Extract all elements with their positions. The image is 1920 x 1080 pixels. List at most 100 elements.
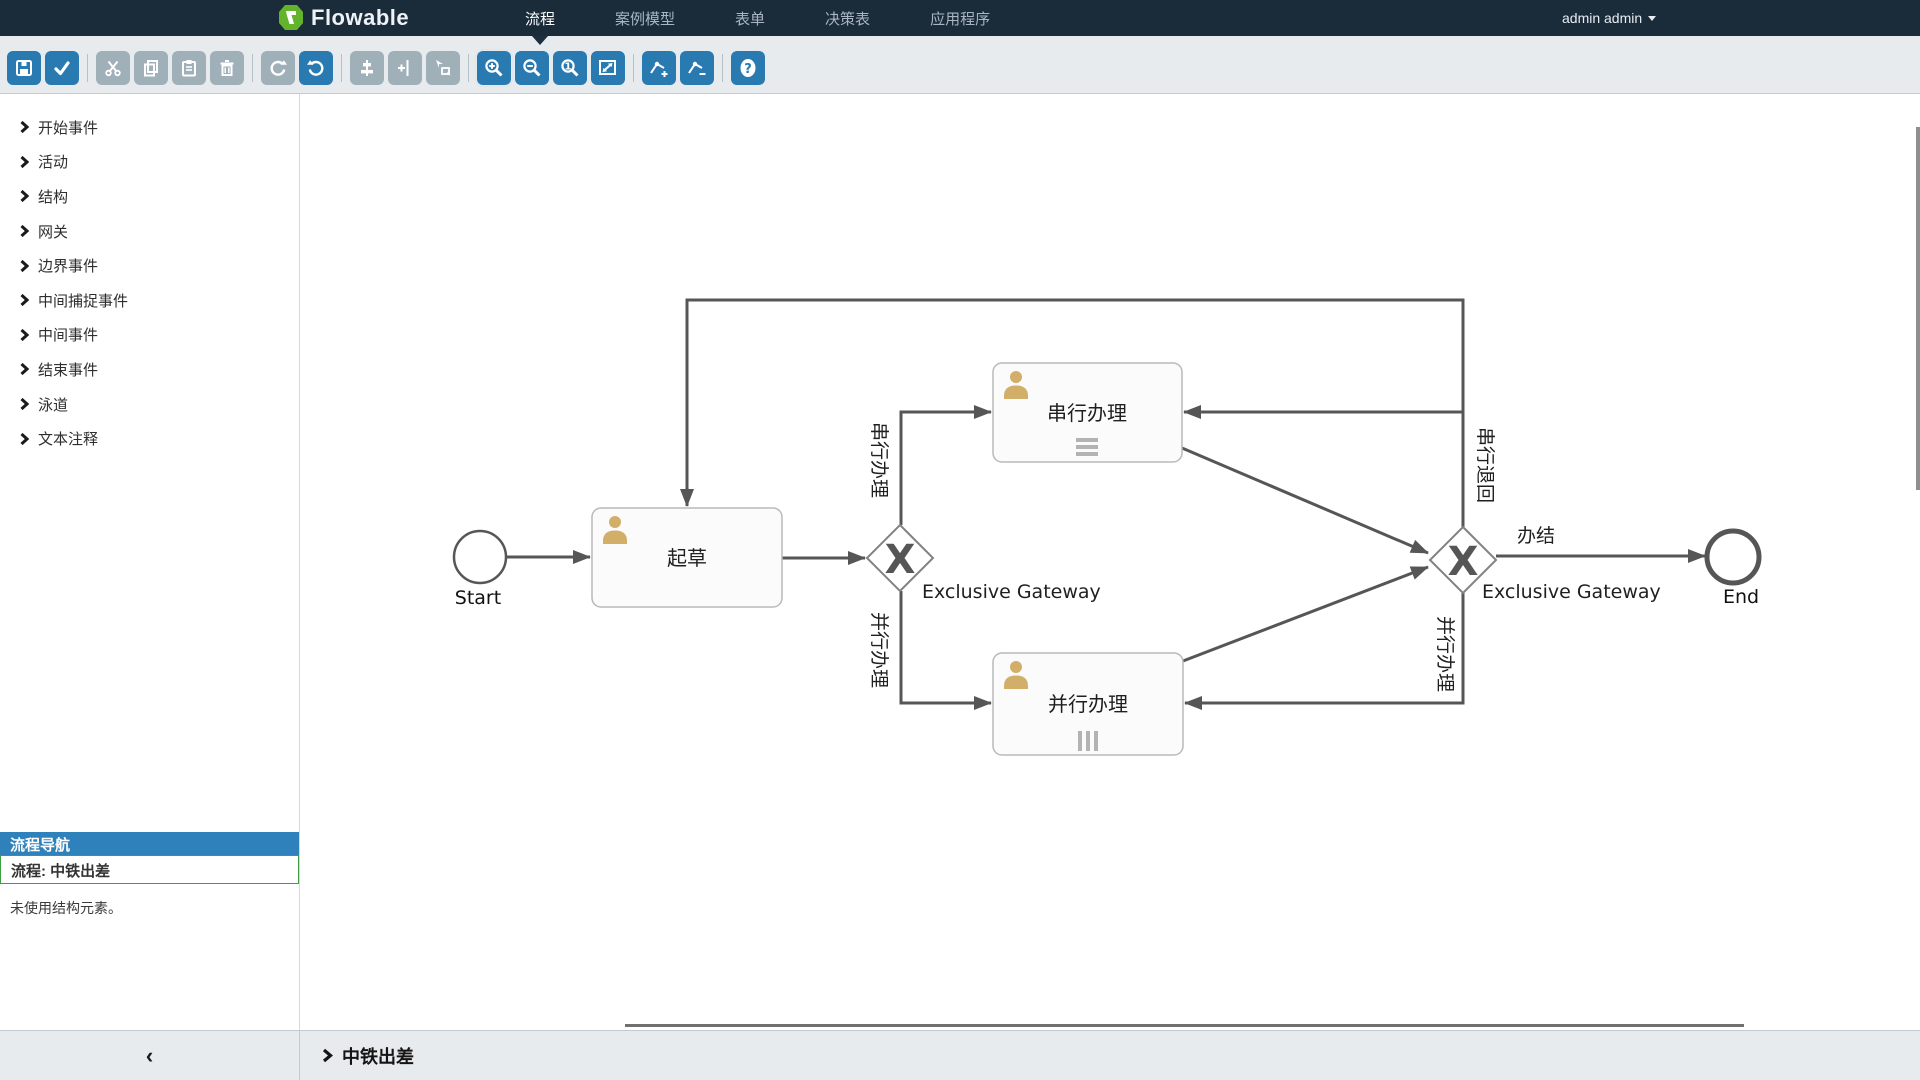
user-task-draft[interactable]: 起草 [592, 508, 782, 607]
editor-toolbar: 1 [0, 36, 1920, 94]
save-button[interactable] [7, 51, 41, 85]
help-button[interactable]: ? [731, 51, 765, 85]
redo-button[interactable] [261, 51, 295, 85]
palette-group[interactable]: 文本注释 [0, 421, 299, 456]
chevron-right-icon [20, 156, 29, 168]
palette-group[interactable]: 结束事件 [0, 352, 299, 387]
add-bendpoint-button[interactable] [642, 51, 676, 85]
undo-icon [306, 58, 326, 78]
user-menu[interactable]: admin admin [1562, 0, 1656, 36]
flow-parallel-return[interactable] [1185, 593, 1463, 703]
flow-parallel-to-gateway2[interactable] [1183, 567, 1428, 661]
start-event[interactable] [454, 531, 506, 583]
toolbar-separator [468, 54, 469, 82]
sequential-multi-instance-icon [1076, 438, 1098, 456]
gateway2-label: Exclusive Gateway [1482, 581, 1661, 603]
align-horizontal-icon [395, 58, 415, 78]
nav-tab[interactable]: 流程 [495, 0, 585, 36]
palette-group[interactable]: 结构 [0, 179, 299, 214]
zoom-actual-size-button[interactable]: 1 [553, 51, 587, 85]
main-tabs: 流程 案例模型 表单 决策表 应用程序 [495, 0, 1020, 36]
collapse-sidebar-button[interactable]: ‹ [146, 1043, 153, 1069]
gateway-x-symbol: X [1448, 539, 1479, 585]
flowable-modeler: Flowable 流程 案例模型 表单 决策表 [0, 0, 1920, 1080]
toolbar-separator [252, 54, 253, 82]
bottom-bar: ‹ 中铁出差 [0, 1030, 1920, 1080]
end-event-label: End [1723, 586, 1759, 608]
nav-tab[interactable]: 表单 [705, 0, 795, 36]
delete-button[interactable] [210, 51, 244, 85]
help-icon: ? [737, 57, 759, 79]
toolbar-separator [722, 54, 723, 82]
vertical-scrollbar[interactable] [1916, 127, 1920, 490]
user-name: admin admin [1562, 10, 1642, 26]
navigator-header: 流程导航 [0, 832, 299, 855]
flow-label-to-serial: 串行办理 [868, 422, 890, 498]
align-horizontal-button[interactable] [388, 51, 422, 85]
palette-group[interactable]: 网关 [0, 214, 299, 249]
task-serial-label: 串行办理 [1047, 401, 1127, 425]
add-bendpoint-icon [649, 58, 669, 78]
navigator-current-process[interactable]: 流程: 中铁出差 [0, 855, 299, 884]
model-name: 中铁出差 [342, 1043, 414, 1069]
same-size-icon [433, 58, 453, 78]
start-event-label: Start [455, 587, 501, 609]
chevron-right-icon [20, 433, 29, 445]
model-breadcrumb[interactable]: 中铁出差 [300, 1031, 1920, 1080]
brand-name: Flowable [311, 5, 409, 31]
palette-group[interactable]: 泳道 [0, 387, 299, 422]
process-navigator: 流程导航 流程: 中铁出差 未使用结构元素。 [0, 832, 299, 932]
bpmn-canvas[interactable]: Start 起草 X Exclusive Gateway [300, 94, 1920, 1030]
chevron-right-icon [20, 225, 29, 237]
flow-label-parallel-return: 并行办理 [1434, 616, 1456, 692]
check-icon [52, 58, 72, 78]
chevron-right-icon [20, 294, 29, 306]
nav-tab[interactable]: 应用程序 [900, 0, 1020, 36]
user-task-serial[interactable]: 串行办理 [993, 363, 1182, 462]
user-task-parallel[interactable]: 并行办理 [993, 653, 1183, 755]
palette-group[interactable]: 边界事件 [0, 248, 299, 283]
flow-serial-to-gateway2[interactable] [1182, 448, 1428, 553]
end-event[interactable] [1707, 531, 1759, 583]
zoom-fit-button[interactable] [591, 51, 625, 85]
scissors-icon [103, 58, 123, 78]
flow-gateway1-to-parallel[interactable] [901, 591, 991, 703]
zoom-out-button[interactable] [515, 51, 549, 85]
navigator-note: 未使用结构元素。 [0, 884, 299, 932]
parallel-multi-instance-icon [1078, 731, 1098, 751]
align-vertical-button[interactable] [350, 51, 384, 85]
copy-button[interactable] [134, 51, 168, 85]
horizontal-scrollbar[interactable] [625, 1024, 1744, 1027]
palette-group[interactable]: 活动 [0, 145, 299, 180]
top-navbar: Flowable 流程 案例模型 表单 决策表 [0, 0, 1920, 36]
cut-button[interactable] [96, 51, 130, 85]
svg-text:1: 1 [565, 61, 572, 72]
toolbar-separator [633, 54, 634, 82]
flow-gateway1-to-serial[interactable] [901, 412, 991, 525]
chevron-right-icon [20, 260, 29, 272]
save-icon [14, 58, 34, 78]
palette-group[interactable]: 开始事件 [0, 110, 299, 145]
toolbar-separator [87, 54, 88, 82]
zoom-in-button[interactable] [477, 51, 511, 85]
chevron-right-icon [20, 190, 29, 202]
paste-button[interactable] [172, 51, 206, 85]
flow-label-to-parallel: 并行办理 [868, 612, 890, 688]
task-parallel-label: 并行办理 [1048, 692, 1128, 716]
gateway-x-symbol: X [885, 537, 916, 583]
sidebar-footer: ‹ [0, 1031, 300, 1080]
nav-tab[interactable]: 案例模型 [585, 0, 705, 36]
chevron-right-icon [20, 398, 29, 410]
palette-group[interactable]: 中间事件 [0, 318, 299, 353]
chevron-right-icon [20, 329, 29, 341]
validate-button[interactable] [45, 51, 79, 85]
redo-icon [268, 58, 288, 78]
undo-button[interactable] [299, 51, 333, 85]
flow-label-serial-return: 串行退回 [1474, 427, 1496, 503]
remove-bendpoint-button[interactable] [680, 51, 714, 85]
same-size-button[interactable] [426, 51, 460, 85]
nav-tab[interactable]: 决策表 [795, 0, 900, 36]
zoom-out-icon [521, 57, 543, 79]
palette-group[interactable]: 中间捕捉事件 [0, 283, 299, 318]
flowable-logo-icon [278, 4, 304, 31]
